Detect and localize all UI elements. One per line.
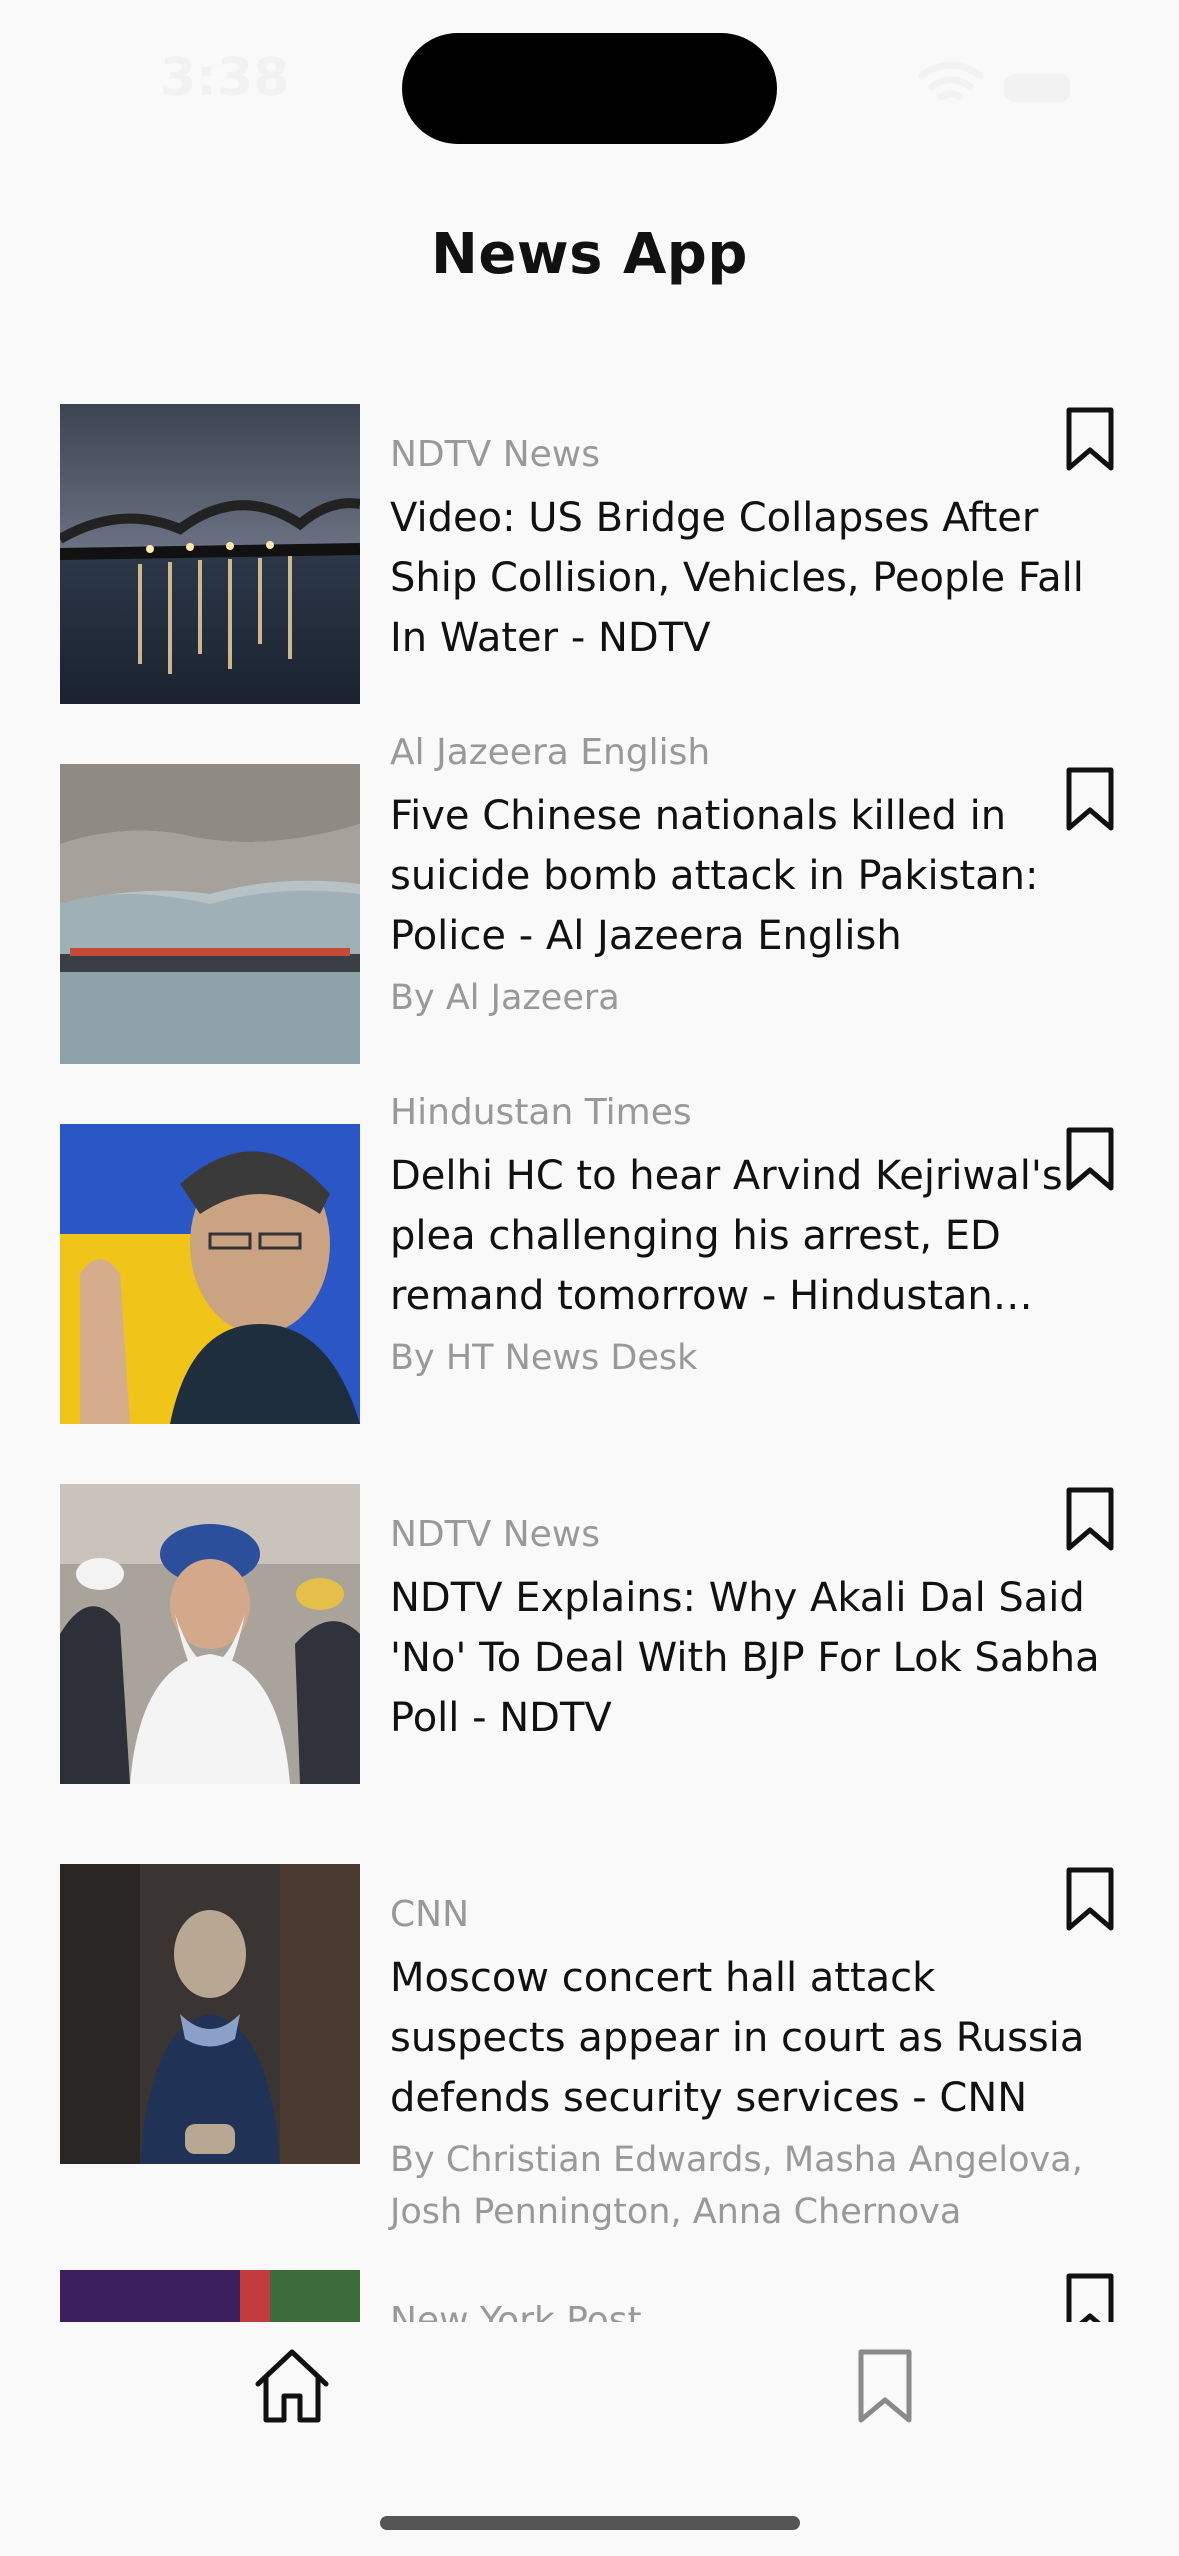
article-card[interactable]: NDTV News Video: US Bridge Collapses Aft… [0,370,1179,730]
article-source: NDTV News [390,1514,600,1555]
article-text: Hindustan Times Delhi HC to hear Arvind … [390,1090,1115,1384]
article-headline[interactable]: Delhi HC to hear Arvind Kejriwal's plea … [390,1146,1115,1326]
bookmark-icon[interactable] [1060,2270,1120,2322]
home-indicator [380,2516,800,2530]
bookmark-icon[interactable] [1060,1484,1120,1554]
news-feed[interactable]: NDTV News Video: US Bridge Collapses Aft… [0,370,1179,2322]
page-title: News App [431,222,748,287]
article-card[interactable]: CNN Moscow concert hall attack suspects … [0,1830,1179,2236]
article-card[interactable]: NDTV News NDTV Explains: Why Akali Dal S… [0,1450,1179,1830]
article-source: Al Jazeera English [390,732,711,773]
bookmark-icon[interactable] [1060,1864,1120,1934]
wifi-icon [918,61,984,101]
article-source: Hindustan Times [390,1092,692,1133]
status-time: 3:38 [160,48,290,108]
bookmark-icon[interactable] [1060,404,1120,474]
article-text: NDTV News NDTV Explains: Why Akali Dal S… [390,1512,1115,1748]
article-author: By Al Jazeera [390,978,620,1018]
article-thumbnail [60,764,360,1064]
article-card[interactable]: Hindustan Times Delhi HC to hear Arvind … [0,1090,1179,1450]
article-source: CNN [390,1894,469,1935]
article-text: Al Jazeera English Five Chinese national… [390,730,1115,1024]
article-headline[interactable]: Moscow concert hall attack suspects appe… [390,1948,1115,2128]
home-icon[interactable] [252,2346,332,2426]
article-thumbnail [60,404,360,704]
bookmark-icon[interactable] [1060,1124,1120,1194]
article-headline[interactable]: Five Chinese nationals killed in suicide… [390,786,1115,966]
article-thumbnail [60,1484,360,1784]
article-author: By Christian Edwards, Masha Angelova, Jo… [390,2140,1083,2232]
article-text: New York Post [390,2298,1115,2322]
article-text: NDTV News Video: US Bridge Collapses Aft… [390,432,1115,668]
article-source: New York Post [390,2300,642,2322]
article-author: By HT News Desk [390,1338,698,1378]
battery-icon [1004,74,1070,102]
status-bar: 3:38 [0,0,1179,180]
dynamic-island [402,33,777,144]
article-headline[interactable]: NDTV Explains: Why Akali Dal Said 'No' T… [390,1568,1115,1748]
article-card[interactable]: New York Post [0,2236,1179,2322]
article-card[interactable]: Al Jazeera English Five Chinese national… [0,730,1179,1090]
bookmark-icon[interactable] [1060,764,1120,834]
article-text: CNN Moscow concert hall attack suspects … [390,1892,1115,2238]
article-headline[interactable]: Video: US Bridge Collapses After Ship Co… [390,488,1115,668]
article-thumbnail [60,2270,360,2322]
bookmark-icon[interactable] [855,2346,915,2426]
article-thumbnail [60,1864,360,2164]
bottom-nav [0,2322,1179,2556]
article-source: NDTV News [390,434,600,475]
article-thumbnail [60,1124,360,1424]
